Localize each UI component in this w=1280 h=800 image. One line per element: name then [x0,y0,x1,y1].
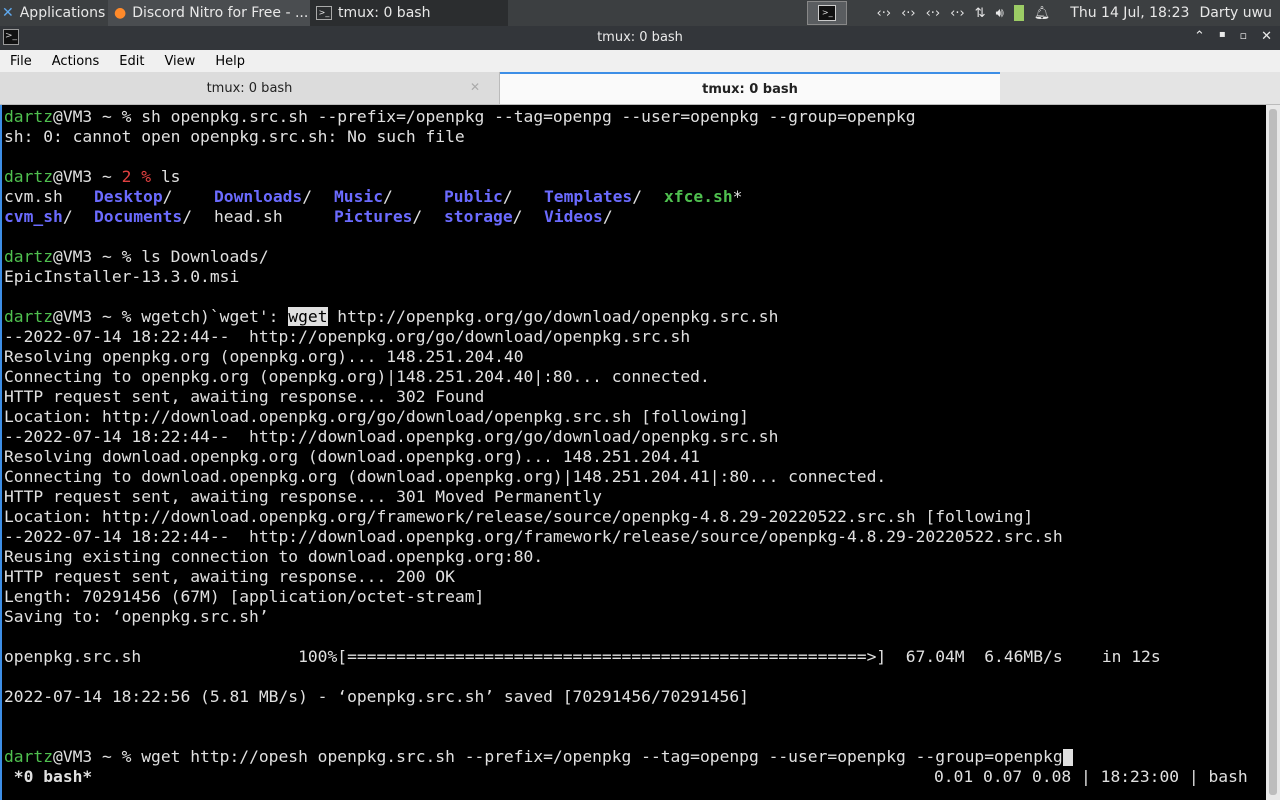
network-icon[interactable]: ‹·› [901,6,916,21]
terminal-line: Resolving openpkg.org (openpkg.org)... 1… [4,347,524,366]
search-highlight: wget [288,307,328,326]
ls-entry: cvm_sh/ [4,207,73,226]
applications-label: Applications [19,5,106,21]
terminal-view[interactable]: dartz@VM3 ~ % sh openpkg.src.sh --prefix… [0,105,1266,800]
volume-icon[interactable]: 🔊︎ [996,6,1004,21]
ls-entry: Videos/ [544,207,613,226]
terminal-line: Connecting to download.openpkg.org (down… [4,467,887,486]
ls-entry: storage/ [444,207,523,226]
command-prompt-line[interactable]: dartz@VM3 ~ % wget http://opesh openpkg.… [4,747,1073,767]
terminal-line: dartz@VM3 ~ % wgetch)`wget': wget http:/… [4,307,779,326]
maximize-icon[interactable]: ▫ [1240,29,1247,44]
taskbar-item-label: tmux: 0 bash [338,5,431,21]
terminal-line: sh: 0: cannot open openpkg.src.sh: No su… [4,127,465,146]
ls-entry: Pictures/ [334,207,423,226]
ls-entry: Documents/ [94,207,193,226]
notification-bell-icon[interactable]: 🔔︎ [1034,6,1051,21]
terminal-line: EpicInstaller-13.3.0.msi [4,267,240,286]
tab-bar: tmux: 0 bash ✕ tmux: 0 bash [0,72,1280,105]
menu-help[interactable]: Help [205,54,255,69]
terminal-line: HTTP request sent, awaiting response... … [4,387,485,406]
ls-entry: Desktop/ [94,187,173,206]
tab-label: tmux: 0 bash [702,81,798,97]
menu-view[interactable]: View [154,54,205,69]
terminal-line: Location: http://download.openpkg.org/fr… [4,507,1034,526]
terminal-line: Connecting to openpkg.org (openpkg.org)|… [4,367,710,386]
user-menu[interactable]: Darty uwu [1199,5,1272,21]
ls-entry: xfce.sh* [664,187,743,206]
menu-edit[interactable]: Edit [109,54,154,69]
close-icon[interactable]: ✕ [1261,29,1272,44]
ls-entry: Downloads/ [214,187,313,206]
tmux-status-right: 0.01 0.07 0.08 | 18:23:00 | bash [934,767,1248,786]
transfer-arrows-icon[interactable]: ⇅ [975,6,986,21]
terminal-line: Reusing existing connection to download.… [4,547,544,566]
text-cursor [1062,749,1073,766]
top-panel: ✕ Applications ● Discord Nitro for Free … [0,0,1280,26]
terminal-line: dartz@VM3 ~ % ls Downloads/ [4,247,269,266]
system-tray: ‹·› ‹·› ‹·› ‹·› ⇅ 🔊︎ 🔔︎ Thu 14 Jul, 18:2… [877,5,1280,21]
ls-entry: Public/ [444,187,513,206]
workspace-terminal-button[interactable]: >_ [807,1,848,25]
close-tab-icon[interactable]: ✕ [470,80,480,94]
window-titlebar[interactable]: >_ tmux: 0 bash ⌃ ▪ ▫ ✕ [0,26,1280,50]
terminal-line: 2022-07-14 18:22:56 (5.81 MB/s) - ‘openp… [4,687,749,706]
network-icon[interactable]: ‹·› [926,6,941,21]
terminal-line: dartz@VM3 ~ % sh openpkg.src.sh --prefix… [4,107,916,126]
terminal-line: Length: 70291456 (67M) [application/octe… [4,587,485,606]
clock[interactable]: Thu 14 Jul, 18:23 [1070,5,1189,21]
window-title: tmux: 0 bash [597,30,683,45]
taskbar-item-terminal[interactable]: >_ tmux: 0 bash [310,0,508,26]
ls-entry: head.sh [214,207,283,226]
battery-icon[interactable] [1013,5,1024,21]
terminal-line: --2022-07-14 18:22:44-- http://download.… [4,427,779,446]
menu-actions[interactable]: Actions [42,54,110,69]
menu-bar: File Actions Edit View Help [0,50,1280,72]
tmux-window-list[interactable]: *0 bash* [4,767,92,787]
firefox-icon: ● [114,5,127,21]
ls-entry: cvm.sh [4,187,63,206]
terminal-line: --2022-07-14 18:22:44-- http://download.… [4,527,1063,546]
menu-file[interactable]: File [0,54,42,69]
taskbar-item-browser[interactable]: ● Discord Nitro for Free - ... [108,0,310,26]
terminal-line: --2022-07-14 18:22:44-- http://openpkg.o… [4,327,691,346]
applications-menu[interactable]: ✕ Applications [0,0,108,26]
scrollbar[interactable] [1266,105,1280,800]
collapse-icon[interactable]: ⌃ [1194,29,1205,44]
terminal-icon: >_ [316,6,332,20]
terminal-icon: >_ [818,5,837,21]
taskbar-item-label: Discord Nitro for Free - ... [132,5,309,21]
ls-entry: Music/ [334,187,393,206]
download-progress-line: openpkg.src.sh 100%[====================… [4,647,1161,666]
terminal-line: HTTP request sent, awaiting response... … [4,487,602,506]
scrollbar-thumb[interactable] [1269,109,1277,795]
tab-2-active[interactable]: tmux: 0 bash [500,72,1000,104]
network-icon[interactable]: ‹·› [877,6,892,21]
network-icon[interactable]: ‹·› [950,6,965,21]
tab-1[interactable]: tmux: 0 bash ✕ [0,72,500,104]
ls-entry: Templates/ [544,187,643,206]
terminal-line: dartz@VM3 ~ 2 % ls [4,167,181,186]
xfce-logo-icon: ✕ [2,5,14,21]
terminal-line: Location: http://download.openpkg.org/go… [4,407,749,426]
terminal-line: Saving to: ‘openpkg.src.sh’ [4,607,269,626]
terminal-line: Resolving download.openpkg.org (download… [4,447,700,466]
minimize-icon[interactable]: ▪ [1219,29,1226,44]
tab-label: tmux: 0 bash [206,80,293,96]
terminal-line: HTTP request sent, awaiting response... … [4,567,455,586]
